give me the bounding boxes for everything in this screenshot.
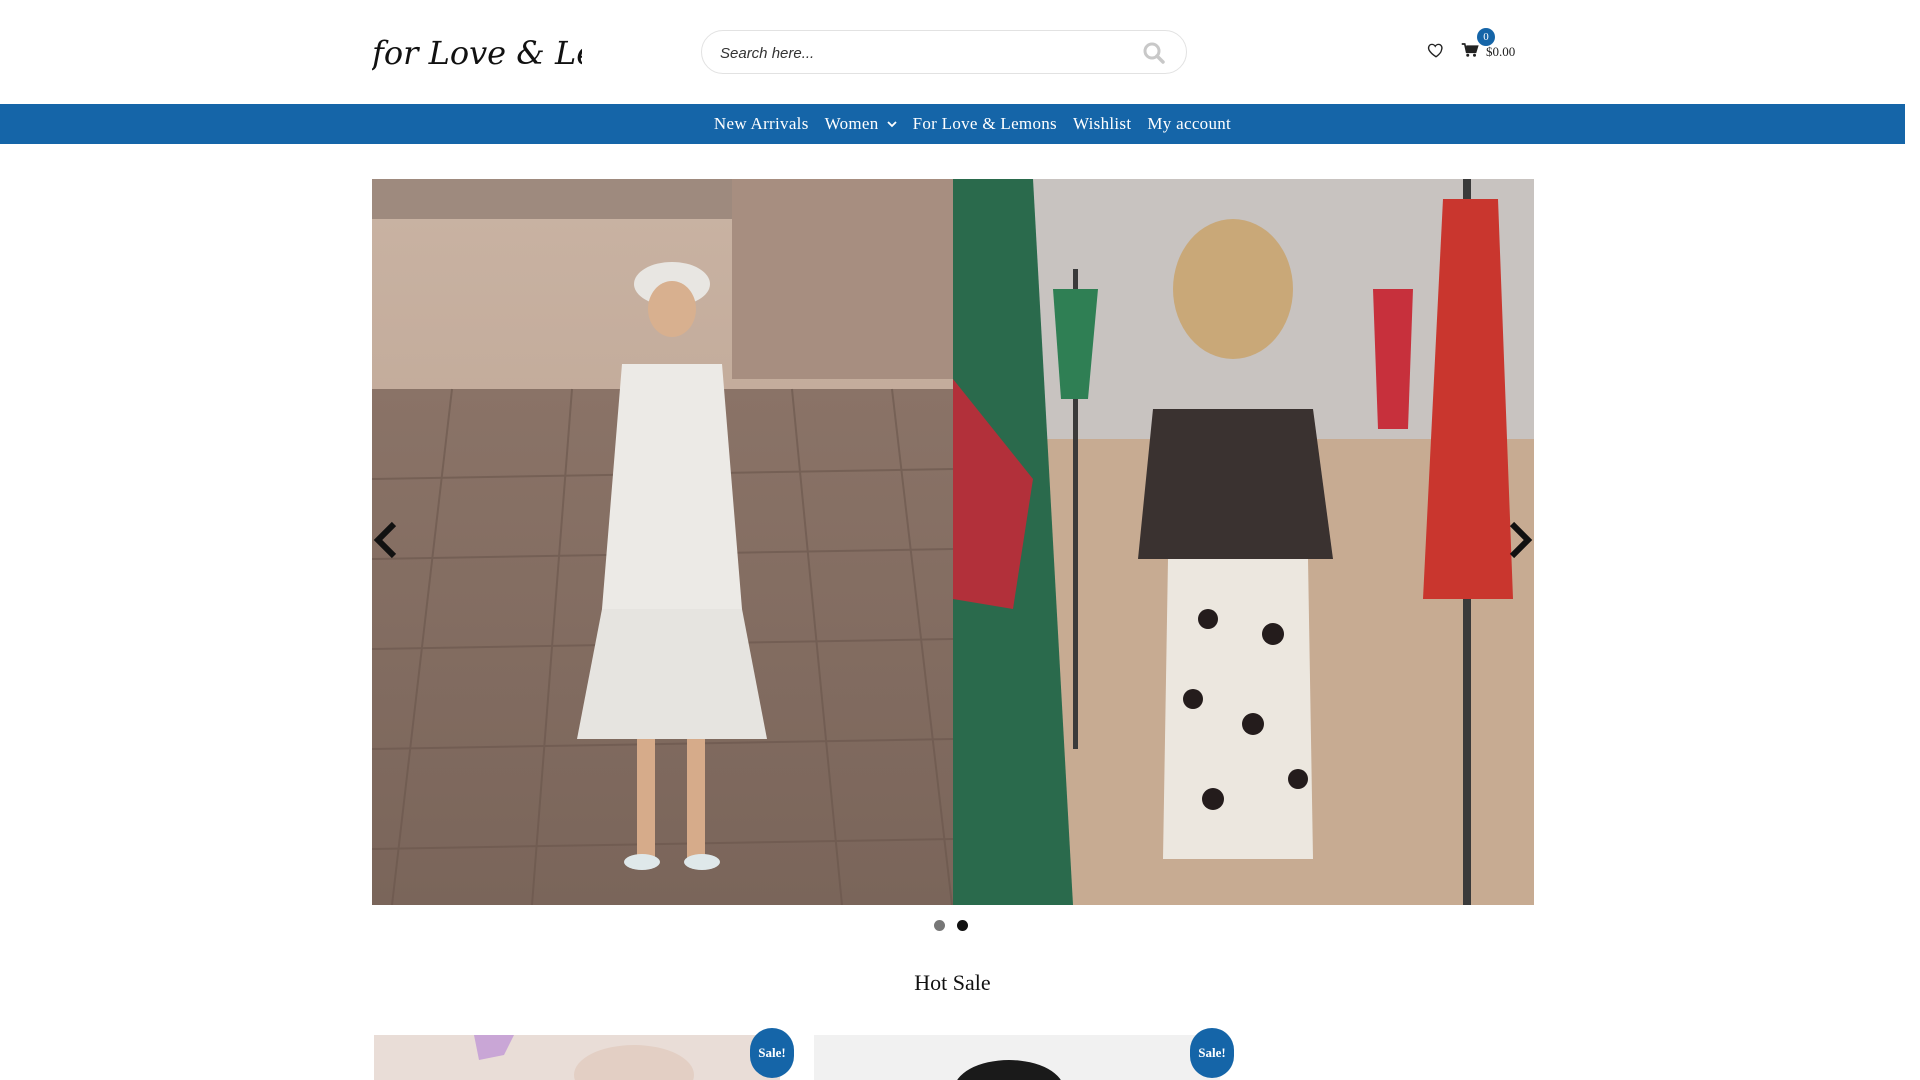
nav-label: New Arrivals bbox=[713, 114, 809, 133]
nav-item-my-account[interactable]: My account bbox=[1139, 114, 1239, 134]
slider-dots bbox=[934, 920, 968, 931]
nav-label: For Love & Lemons bbox=[912, 114, 1057, 133]
chevron-down-icon bbox=[886, 121, 897, 128]
slider-prev-arrow-icon[interactable] bbox=[372, 520, 400, 560]
cart-icon[interactable] bbox=[1461, 42, 1479, 58]
product-card[interactable] bbox=[374, 1035, 780, 1080]
search-bar[interactable] bbox=[701, 30, 1187, 74]
search-input[interactable] bbox=[720, 39, 1110, 67]
slider-dot-1[interactable] bbox=[934, 920, 945, 931]
section-title-hot-sale: Hot Sale bbox=[914, 970, 991, 995]
site-header: for Love & Lemons 0 $0.00 bbox=[0, 0, 1905, 104]
nav-label: Wishlist bbox=[1072, 114, 1132, 133]
slide-image-beach bbox=[953, 179, 1534, 905]
sale-badge: Sale! bbox=[750, 1028, 794, 1078]
wishlist-heart-icon[interactable] bbox=[1427, 41, 1445, 59]
nav-item-for-love-lemons[interactable]: For Love & Lemons bbox=[905, 114, 1065, 134]
slide-image-boardwalk bbox=[372, 179, 953, 905]
search-icon[interactable] bbox=[1142, 41, 1166, 65]
nav-item-women[interactable]: Women bbox=[817, 114, 905, 134]
nav-label: Women bbox=[824, 114, 879, 133]
main-nav: New Arrivals Women For Love & Lemons Wis… bbox=[0, 104, 1905, 144]
logo-text: for Love & Lemons bbox=[372, 34, 582, 72]
site-logo[interactable]: for Love & Lemons bbox=[372, 30, 582, 74]
product-card[interactable] bbox=[814, 1035, 1220, 1080]
product-image bbox=[814, 1035, 1220, 1080]
nav-item-new-arrivals[interactable]: New Arrivals bbox=[706, 114, 817, 134]
nav-label: My account bbox=[1147, 114, 1232, 133]
cart-total: $0.00 bbox=[1486, 44, 1516, 59]
hero-slider[interactable] bbox=[372, 179, 1534, 905]
product-image bbox=[374, 1035, 780, 1080]
sale-badge: Sale! bbox=[1190, 1028, 1234, 1078]
slider-next-arrow-icon[interactable] bbox=[1506, 520, 1534, 560]
slider-dot-2[interactable] bbox=[957, 920, 968, 931]
nav-item-wishlist[interactable]: Wishlist bbox=[1065, 114, 1139, 134]
